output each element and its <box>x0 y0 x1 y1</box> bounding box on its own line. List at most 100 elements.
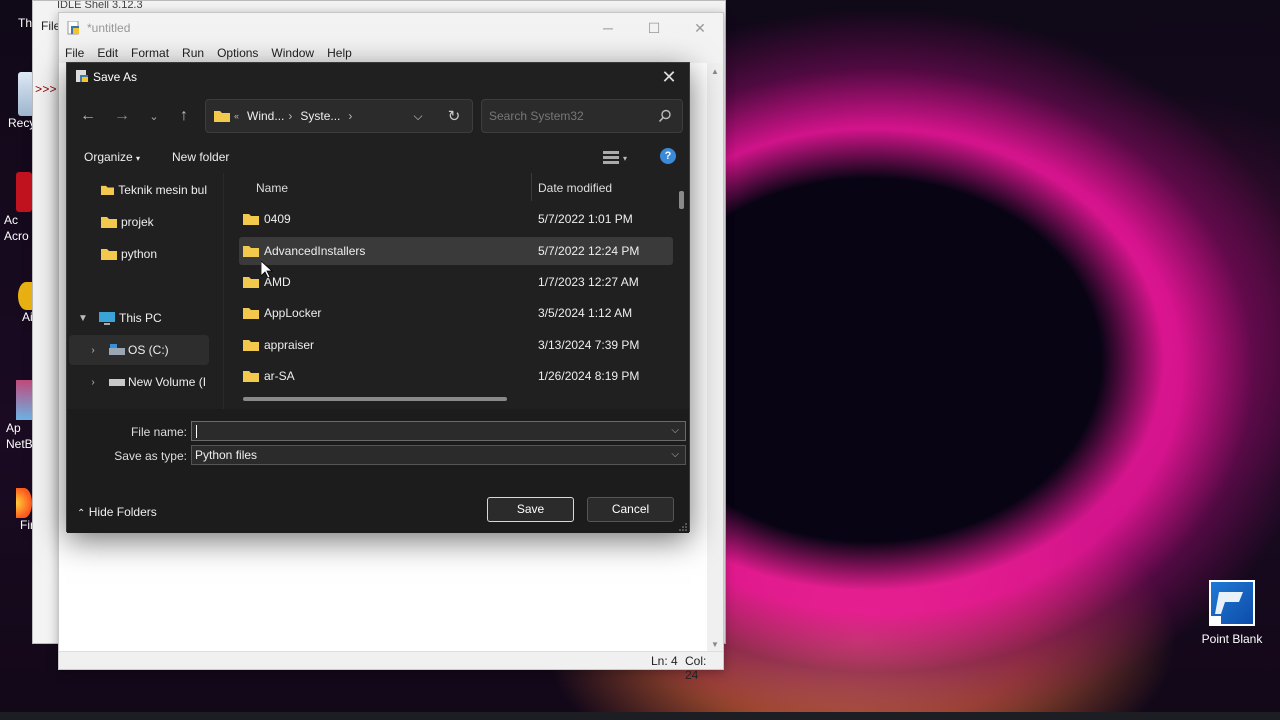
file-name-input[interactable]: ⌵ <box>191 421 686 441</box>
python-file-icon <box>67 21 79 35</box>
file-row[interactable]: appraiser 3/13/2024 7:39 PM <box>239 331 673 359</box>
desktop-icon-this-pc[interactable]: Th <box>0 16 32 30</box>
pane-divider[interactable] <box>223 173 224 409</box>
file-date: 3/13/2024 7:39 PM <box>538 338 640 352</box>
file-row[interactable]: AMD 1/7/2023 12:27 AM <box>239 268 673 296</box>
scroll-down-icon[interactable]: ▼ <box>707 640 723 649</box>
chevron-right-icon[interactable]: › <box>85 377 101 388</box>
file-row[interactable]: 0409 5/7/2022 1:01 PM <box>239 205 673 233</box>
drive-icon <box>109 379 125 386</box>
folder-icon <box>243 308 259 319</box>
file-row[interactable]: AppLocker 3/5/2024 1:12 AM <box>239 299 673 327</box>
organize-label: Organize <box>84 150 133 164</box>
chevron-right-icon[interactable]: › <box>85 345 101 356</box>
breadcrumb-windows[interactable]: Wind... <box>247 109 284 123</box>
desktop-icon-firefox[interactable]: Fir <box>0 488 34 532</box>
file-row-hovered[interactable]: AdvancedInstallers 5/7/2022 12:24 PM <box>239 237 673 265</box>
nav-item-label: projek <box>121 215 154 229</box>
organize-button[interactable]: Organize ▾ <box>84 150 140 164</box>
desktop-icon-ai[interactable]: Ai <box>0 282 34 324</box>
save-icon <box>76 70 88 82</box>
nav-item-projek[interactable]: projek <box>67 207 207 237</box>
folder-icon <box>101 249 117 260</box>
nav-item-label: OS (C:) <box>128 343 169 357</box>
menu-format[interactable]: Format <box>131 46 169 60</box>
dialog-title: Save As <box>93 70 138 84</box>
folder-icon <box>243 214 259 225</box>
breadcrumb-separator-icon[interactable]: › <box>348 109 352 123</box>
resize-grip-icon[interactable] <box>679 523 687 531</box>
menu-edit[interactable]: Edit <box>97 46 118 60</box>
recent-locations-chevron-icon[interactable]: ⌄ <box>139 103 169 129</box>
file-name: appraiser <box>264 338 315 352</box>
view-options-button[interactable]: ▾ <box>599 147 631 169</box>
drive-icon <box>109 344 125 355</box>
close-icon[interactable]: ✕ <box>677 13 723 43</box>
editor-scrollbar[interactable]: ▲ ▼ <box>707 63 723 651</box>
forward-arrow-icon[interactable]: → <box>107 103 137 129</box>
vertical-scrollbar[interactable] <box>679 191 684 209</box>
computer-icon <box>99 311 115 325</box>
scroll-up-icon[interactable]: ▲ <box>707 67 723 76</box>
save-as-dialog[interactable]: Save As ✕ ← → ⌄ ↑ « Wind... › Syste... ›… <box>66 62 690 533</box>
navigation-pane[interactable]: Teknik mesin bul projek python ▼ This PC… <box>67 173 223 409</box>
file-list[interactable]: ˆ Name Date modified 0409 5/7/2022 1:01 … <box>225 173 687 409</box>
nav-item-label: This PC <box>119 311 162 325</box>
nav-item-new-volume[interactable]: › New Volume (I <box>67 367 207 397</box>
chevron-down-icon[interactable]: ⌵ <box>671 446 679 464</box>
save-type-select[interactable]: Python files ⌵ <box>191 445 686 465</box>
firefox-icon <box>16 488 32 518</box>
desktop-icon-label: Th <box>18 16 33 30</box>
menu-window[interactable]: Window <box>271 46 314 60</box>
menu-help[interactable]: Help <box>327 46 352 60</box>
menu-file[interactable]: File <box>65 46 84 60</box>
overflow-chevron-icon[interactable]: « <box>234 111 239 121</box>
nav-item-label: python <box>121 247 158 261</box>
chevron-down-icon[interactable]: ⌵ <box>403 99 433 133</box>
desktop-icon-recycle-bin[interactable]: Recy <box>0 72 35 130</box>
nav-item-python[interactable]: python <box>67 239 207 269</box>
column-divider[interactable] <box>531 173 532 201</box>
editor-menubar: File Edit Format Run Options Window Help <box>59 43 723 63</box>
chevron-down-icon[interactable]: ⌵ <box>671 422 679 440</box>
taskbar <box>0 712 1280 720</box>
nav-item-os-c[interactable]: › OS (C:) <box>69 335 209 365</box>
menu-run[interactable]: Run <box>182 46 204 60</box>
file-name: AppLocker <box>264 306 322 320</box>
search-icon <box>658 109 671 123</box>
editor-titlebar[interactable]: *untitled ─ ☐ ✕ <box>59 13 723 43</box>
hide-folders-button[interactable]: ⌃ Hide Folders <box>77 505 157 519</box>
editor-statusbar: Ln: 4 Col: 24 <box>59 651 723 682</box>
menu-options[interactable]: Options <box>217 46 258 60</box>
minimize-icon[interactable]: ─ <box>585 13 631 43</box>
editor-title: *untitled <box>87 21 131 35</box>
status-line: Ln: 4 <box>651 654 678 668</box>
save-button[interactable]: Save <box>487 497 574 522</box>
dialog-titlebar[interactable]: Save As ✕ <box>67 63 689 91</box>
maximize-icon[interactable]: ☐ <box>631 13 677 43</box>
nav-item-teknik[interactable]: Teknik mesin bul <box>67 175 207 205</box>
close-icon[interactable]: ✕ <box>659 67 679 87</box>
file-name: AdvancedInstallers <box>264 244 366 258</box>
acrobat-icon <box>16 172 32 212</box>
list-view-icon <box>602 151 619 164</box>
up-arrow-icon[interactable]: ↑ <box>169 103 199 129</box>
search-input[interactable]: Search System32 <box>481 99 683 133</box>
breadcrumb-separator-icon[interactable]: › <box>288 109 292 123</box>
column-date-header[interactable]: Date modified <box>538 181 612 195</box>
nav-item-this-pc[interactable]: ▼ This PC <box>67 303 207 333</box>
new-folder-button[interactable]: New folder <box>172 150 229 164</box>
horizontal-scrollbar[interactable] <box>243 397 507 401</box>
help-icon[interactable]: ? <box>660 148 676 164</box>
file-date: 5/7/2022 12:24 PM <box>538 244 640 258</box>
breadcrumb-system32[interactable]: Syste... <box>300 109 340 123</box>
refresh-icon[interactable]: ↻ <box>439 99 469 133</box>
back-arrow-icon[interactable]: ← <box>73 103 103 129</box>
chevron-down-icon: ▾ <box>622 153 627 163</box>
chevron-down-icon[interactable]: ▼ <box>75 313 91 324</box>
file-row[interactable]: ar-SA 1/26/2024 8:19 PM <box>239 362 673 390</box>
desktop-icon-point-blank[interactable]: Point Blank <box>1200 580 1264 646</box>
column-name-header[interactable]: Name <box>256 181 288 195</box>
file-date: 5/7/2022 1:01 PM <box>538 212 633 226</box>
cancel-button[interactable]: Cancel <box>587 497 674 522</box>
